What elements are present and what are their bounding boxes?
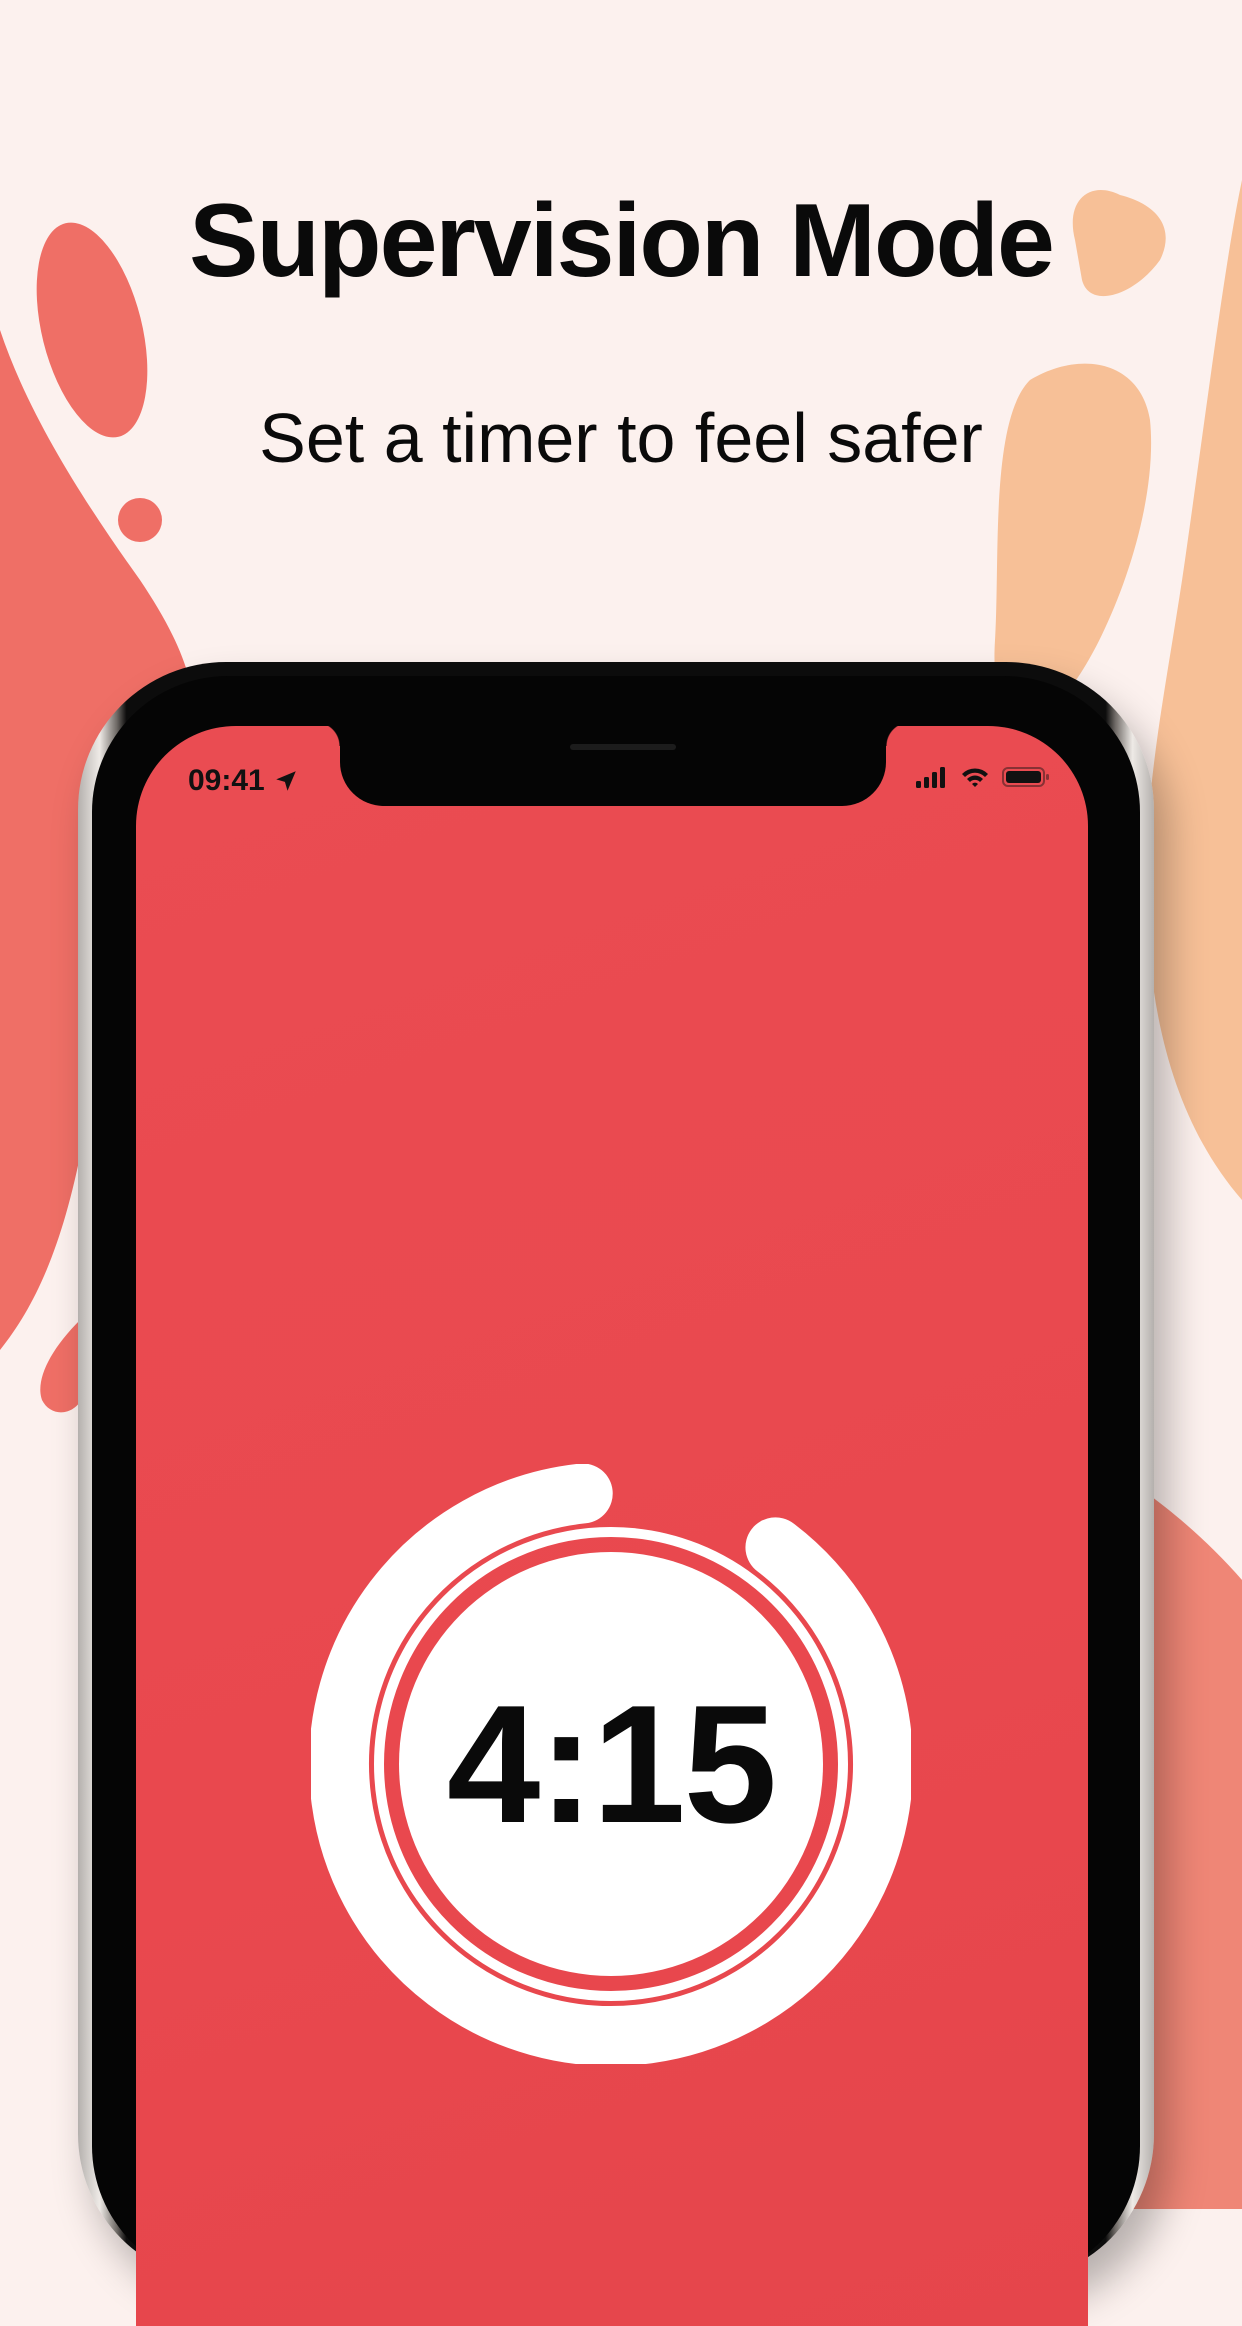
page-subtitle: Set a timer to feel safer [259,399,983,477]
earpiece-speaker [570,744,676,750]
timer-value: 4:15 [446,1669,777,1858]
status-time-label: 09:41 [188,764,265,797]
phone-notch [316,726,910,806]
status-bar-icons [916,766,1050,788]
wifi-icon [962,768,988,787]
page-title: Supervision Mode [189,183,1055,299]
location-arrow-icon [275,771,296,791]
countdown-timer[interactable]: 4:15 [311,1464,911,2064]
battery-icon [1002,767,1049,787]
right-peach-blob [1145,180,1242,1200]
left-dot-blob [118,498,162,542]
status-bar-time: 09:41 [188,764,299,798]
phone-screen: 09:41 4:15 [136,726,1088,2326]
cellular-signal-icon [916,767,945,788]
